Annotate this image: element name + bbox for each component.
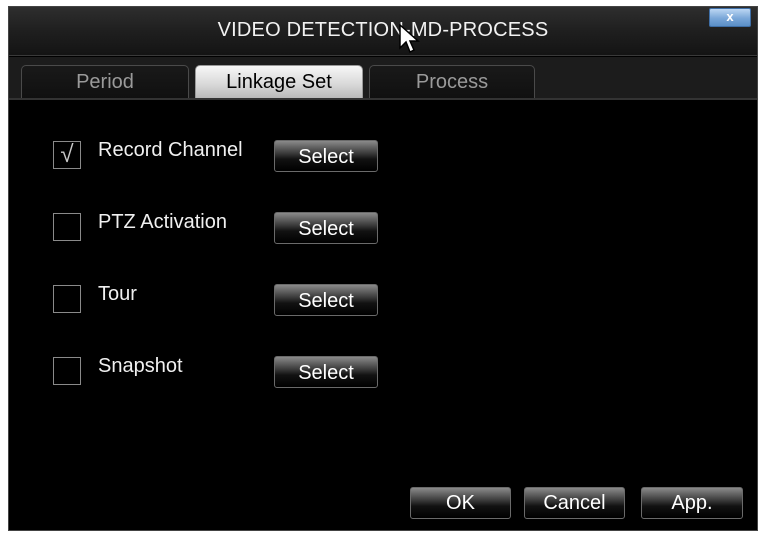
- title-bar: VIDEO DETECTION-MD-PROCESS x: [9, 7, 757, 56]
- mouse-cursor-icon: [399, 24, 420, 54]
- tour-select-button[interactable]: Select: [274, 284, 378, 316]
- tab-process[interactable]: Process: [369, 65, 535, 99]
- tab-bar: Period Linkage Set Process: [9, 57, 757, 99]
- tab-period[interactable]: Period: [21, 65, 189, 99]
- snapshot-select-button[interactable]: Select: [274, 356, 378, 388]
- checkmark-icon: √: [60, 141, 74, 168]
- ptz-activation-checkbox[interactable]: [53, 213, 81, 241]
- tab-linkage-set-label: Linkage Set: [226, 71, 332, 93]
- close-button[interactable]: x: [709, 8, 751, 27]
- apply-button[interactable]: App.: [641, 487, 743, 519]
- md-process-dialog: VIDEO DETECTION-MD-PROCESS x Period Link…: [8, 6, 758, 531]
- record-channel-select-button[interactable]: Select: [274, 140, 378, 172]
- tab-process-label: Process: [415, 71, 489, 93]
- record-channel-checkbox[interactable]: √: [53, 141, 81, 169]
- snapshot-label: Snapshot: [98, 355, 183, 377]
- snapshot-checkbox[interactable]: [53, 357, 81, 385]
- record-channel-label: Record Channel: [98, 139, 243, 161]
- tour-checkbox[interactable]: [53, 285, 81, 313]
- tour-label: Tour: [98, 283, 137, 305]
- tab-linkage-set[interactable]: Linkage Set: [195, 65, 363, 99]
- ok-button[interactable]: OK: [410, 487, 511, 519]
- ptz-activation-label: PTZ Activation: [98, 211, 227, 233]
- cancel-button[interactable]: Cancel: [524, 487, 625, 519]
- tab-divider: [9, 98, 757, 100]
- close-icon: x: [726, 9, 734, 24]
- dialog-title: VIDEO DETECTION-MD-PROCESS: [217, 19, 549, 41]
- tab-period-label: Period: [76, 71, 134, 93]
- ptz-activation-select-button[interactable]: Select: [274, 212, 378, 244]
